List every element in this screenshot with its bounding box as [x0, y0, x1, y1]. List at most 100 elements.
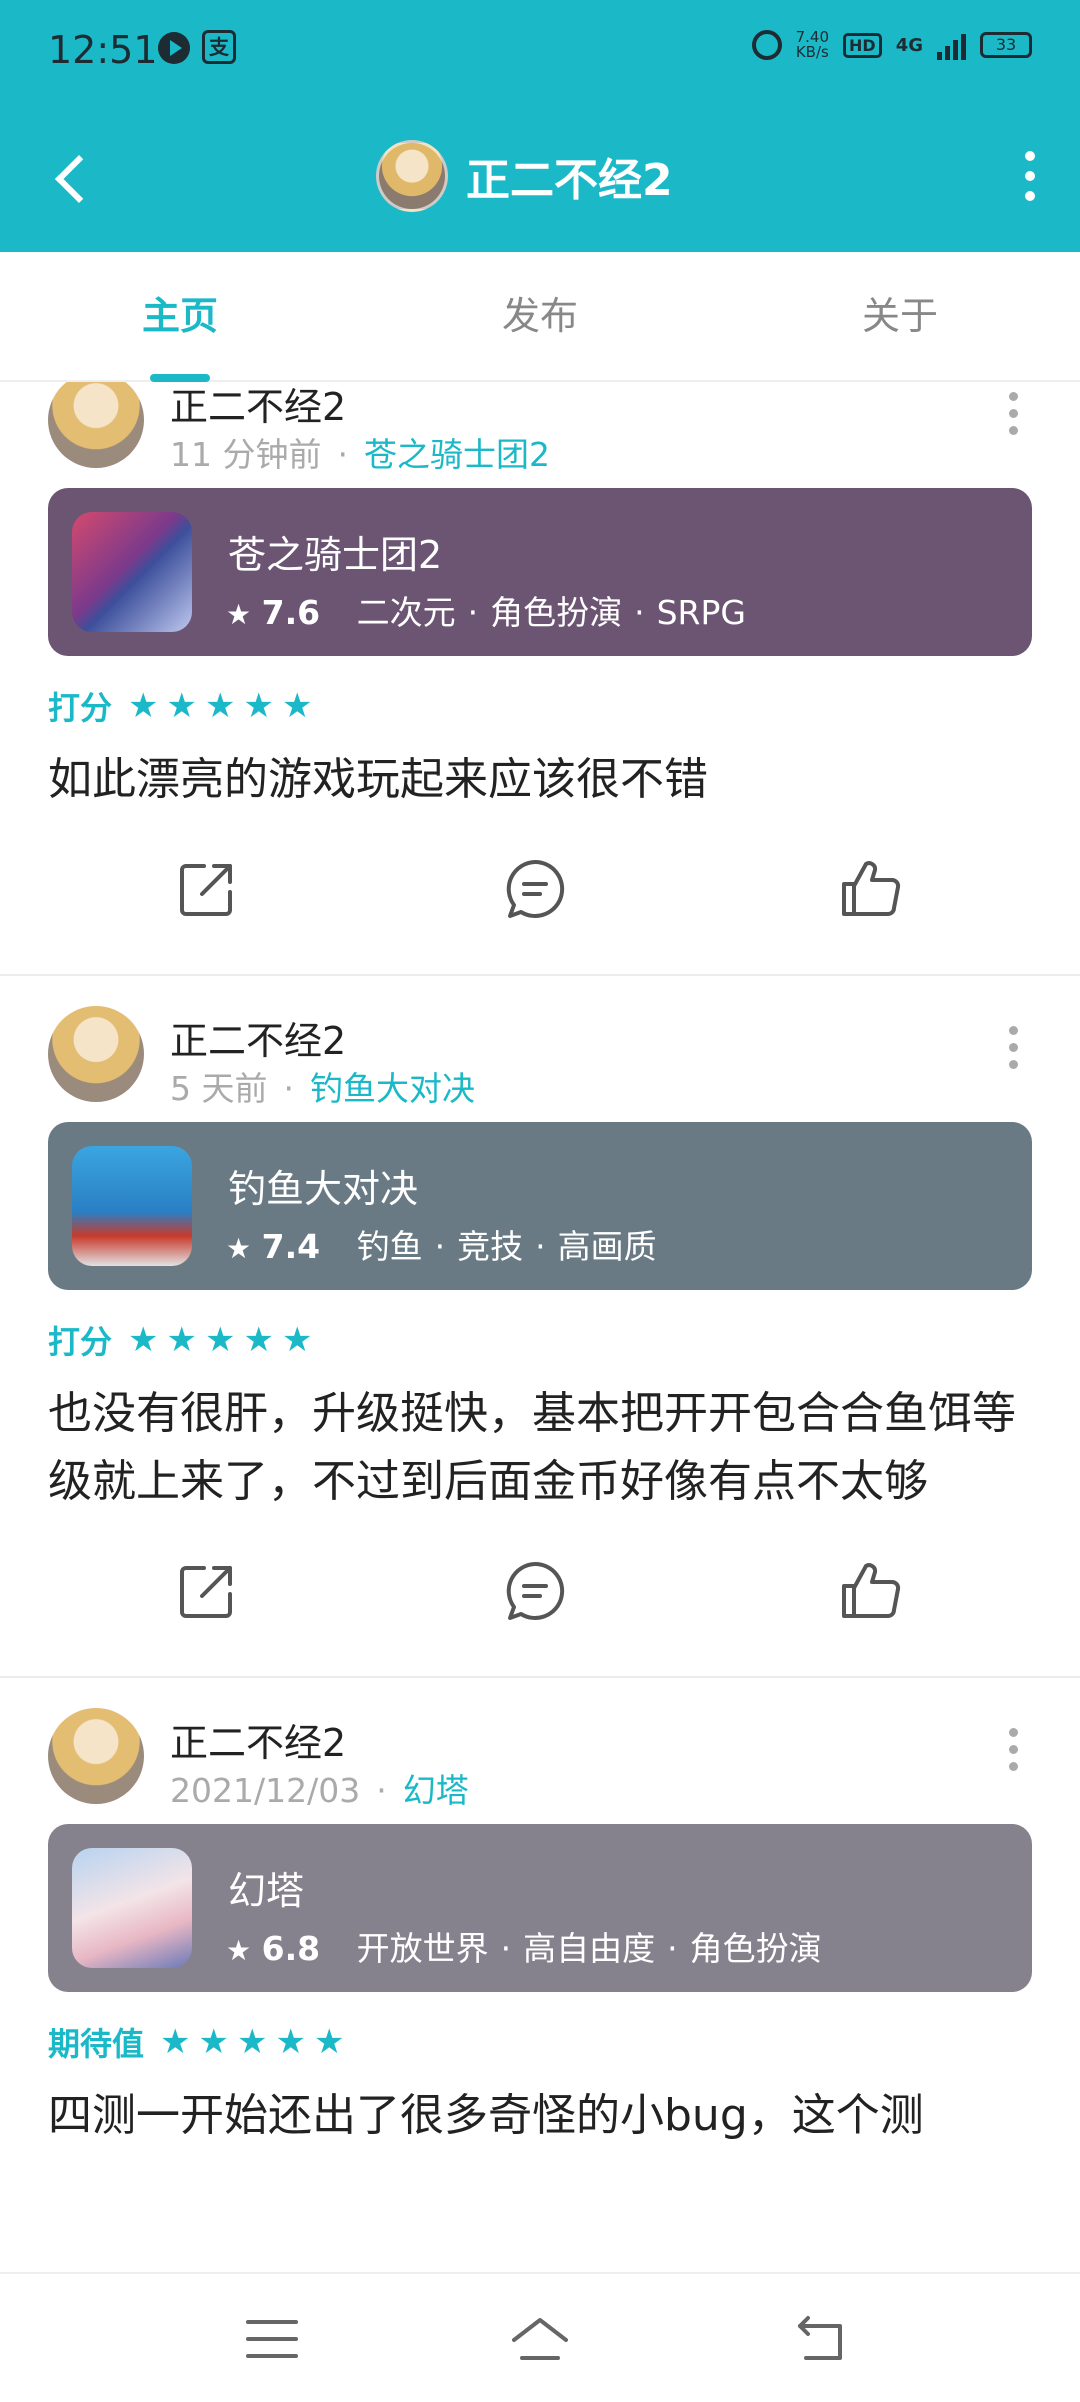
game-link[interactable]: 钓鱼大对决 [310, 1069, 475, 1108]
game-info: ★ 7.4 钓鱼 · 竞技 · 高画质 [226, 1220, 657, 1268]
like-icon[interactable] [838, 856, 904, 922]
post-time: 11 分钟前 [170, 435, 322, 474]
review-text[interactable]: 如此漂亮的游戏玩起来应该很不错 [48, 746, 1032, 814]
post-time: 5 天前 [170, 1069, 268, 1108]
game-name: 钓鱼大对决 [228, 1167, 419, 1211]
game-tag: SRPG [656, 593, 746, 632]
review-text[interactable]: 四测一开始还出了很多奇怪的小bug，这个测 [48, 2082, 1032, 2150]
separator: · [376, 1771, 387, 1810]
share-icon[interactable] [174, 856, 240, 922]
like-icon[interactable] [838, 1558, 904, 1624]
game-name: 幻塔 [228, 1869, 305, 1913]
avatar[interactable] [48, 382, 144, 468]
battery-icon: 33 [980, 32, 1032, 58]
game-tag: 竞技 [457, 1227, 524, 1266]
game-link[interactable]: 苍之骑士团2 [364, 435, 550, 474]
post-item: 正二不经2 11 分钟前 · 苍之骑士团2 苍之骑士团2 ★ 7.6 二次元 · 角色扮… [0, 382, 1080, 976]
author-name[interactable]: 正二不经2 [170, 1010, 346, 1065]
network-type: 4G [895, 34, 923, 56]
author-name[interactable]: 正二不经2 [170, 1712, 346, 1767]
comment-icon[interactable] [502, 856, 568, 922]
post-item: 正二不经2 5 天前 · 钓鱼大对决 钓鱼大对决 ★ 7.4 钓鱼 · 竞技 · 高画质 打… [0, 976, 1080, 1678]
post-header: 正二不经2 5 天前 · 钓鱼大对决 [48, 976, 1032, 1108]
back-icon[interactable] [48, 144, 112, 208]
game-tag: 二次元 [356, 593, 456, 632]
game-tag: 角色扮演 [689, 1929, 822, 1968]
post-meta: 11 分钟前 · 苍之骑士团2 [170, 428, 550, 476]
star-icon: ★ [226, 598, 252, 631]
network-speed-unit: KB/s [795, 43, 829, 61]
page-title: 正二不经2 [466, 155, 673, 206]
game-card[interactable]: 钓鱼大对决 ★ 7.4 钓鱼 · 竞技 · 高画质 [48, 1122, 1032, 1290]
game-tag: 钓鱼 [356, 1227, 423, 1266]
post-item: 正二不经2 2021/12/03 · 幻塔 幻塔 ★ 6.8 开放世界 · 高自由度 · 角… [0, 1678, 1080, 2150]
game-card[interactable]: 苍之骑士团2 ★ 7.6 二次元 · 角色扮演 · SRPG [48, 488, 1032, 656]
separator: · [467, 593, 479, 632]
post-time: 2021/12/03 [170, 1771, 361, 1810]
game-icon [72, 1146, 192, 1266]
rating-stars: ★★★★★ [128, 686, 321, 726]
avatar[interactable] [376, 140, 448, 212]
game-link[interactable]: 幻塔 [403, 1771, 469, 1810]
share-icon[interactable] [174, 1558, 240, 1624]
alipay-icon: 支 [202, 30, 236, 64]
app-bar: 正二不经2 [0, 100, 1080, 252]
avatar[interactable] [48, 1006, 144, 1102]
game-score: 7.6 [261, 593, 321, 632]
rating-stars: ★★★★★ [128, 1320, 321, 1360]
game-tag: 角色扮演 [490, 593, 623, 632]
tab-label: 关于 [861, 294, 938, 338]
rating-stars: ★★★★★ [160, 2022, 353, 2062]
separator: · [634, 593, 645, 632]
game-card[interactable]: 幻塔 ★ 6.8 开放世界 · 高自由度 · 角色扮演 [48, 1824, 1032, 1992]
more-options-icon[interactable] [1010, 144, 1050, 208]
comment-icon[interactable] [502, 1558, 568, 1624]
rating: 期待值 ★★★★★ [48, 2020, 1032, 2064]
hd-icon: HD [843, 32, 882, 58]
separator: · [283, 1069, 295, 1108]
menu-icon[interactable] [242, 2312, 302, 2366]
star-icon: ★ [226, 1232, 252, 1265]
post-header: 正二不经2 2021/12/03 · 幻塔 [48, 1678, 1032, 1810]
tab-label: 发布 [501, 294, 578, 338]
tab-home[interactable]: 主页 [0, 252, 360, 382]
review-text[interactable]: 也没有很肝，升级挺快，基本把开开包合合鱼饵等级就上来了，不过到后面金币好像有点不… [48, 1380, 1032, 1516]
game-info: ★ 7.6 二次元 · 角色扮演 · SRPG [226, 586, 746, 634]
game-icon [72, 1848, 192, 1968]
game-tag: 高自由度 [523, 1929, 656, 1968]
home-icon[interactable] [510, 2312, 570, 2366]
post-more-icon[interactable] [998, 1026, 1028, 1086]
tab-publish[interactable]: 发布 [360, 252, 720, 380]
game-score: 7.4 [261, 1227, 321, 1266]
game-name: 苍之骑士团2 [228, 533, 443, 577]
system-nav-bar [0, 2272, 1080, 2402]
status-indicators: 7.40 KB/s HD 4G 33 [751, 30, 1032, 60]
post-actions [48, 1516, 1032, 1676]
tab-about[interactable]: 关于 [720, 252, 1080, 380]
post-more-icon[interactable] [998, 392, 1028, 452]
post-more-icon[interactable] [998, 1728, 1028, 1788]
separator: · [434, 1227, 446, 1266]
game-icon [72, 512, 192, 632]
network-speed: 7.40 KB/s [796, 30, 829, 60]
separator: · [667, 1929, 678, 1968]
tab-bar: 主页 发布 关于 [0, 252, 1080, 382]
game-score: 6.8 [261, 1929, 321, 1968]
back-nav-icon[interactable] [792, 2312, 852, 2366]
alarm-icon [751, 30, 782, 60]
post-actions [48, 814, 1032, 974]
signal-icon [937, 30, 966, 60]
tab-label: 主页 [141, 294, 218, 338]
rating-label: 打分 [48, 1323, 113, 1361]
status-bar: 12:51 支 7.40 KB/s HD 4G 33 [0, 0, 1080, 100]
post-feed[interactable]: 正二不经2 11 分钟前 · 苍之骑士团2 苍之骑士团2 ★ 7.6 二次元 · 角色扮… [0, 382, 1080, 2272]
game-info: ★ 6.8 开放世界 · 高自由度 · 角色扮演 [226, 1922, 822, 1970]
author-name[interactable]: 正二不经2 [170, 382, 346, 431]
separator: · [500, 1929, 512, 1968]
avatar[interactable] [48, 1708, 144, 1804]
separator: · [337, 435, 348, 474]
game-tag: 开放世界 [356, 1929, 489, 1968]
rating: 打分 ★★★★★ [48, 684, 1032, 728]
post-meta: 5 天前 · 钓鱼大对决 [170, 1062, 475, 1110]
tab-indicator [150, 374, 210, 382]
